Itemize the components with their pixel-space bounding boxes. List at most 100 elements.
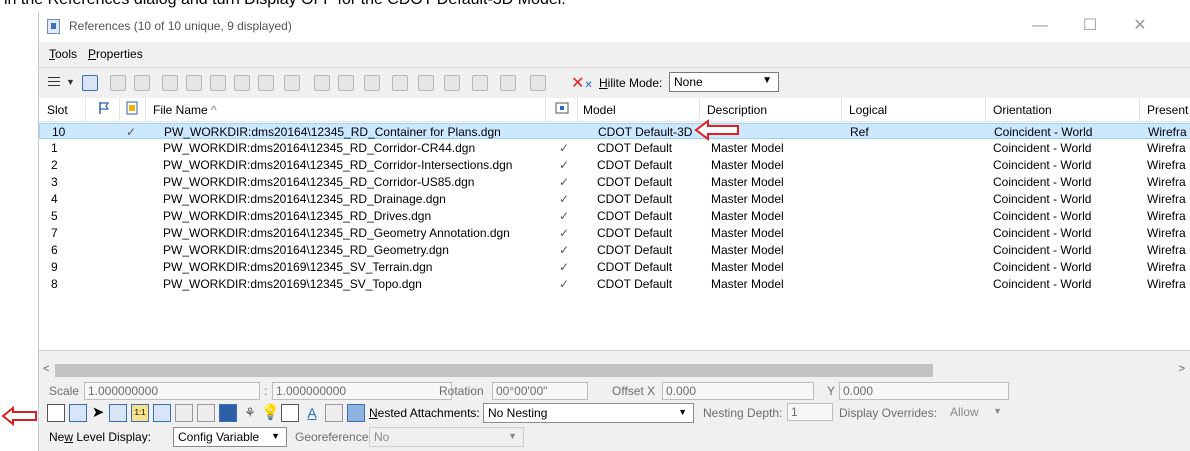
display-toggle[interactable]: ✓: [559, 175, 569, 189]
col-file-name[interactable]: File Name ^: [153, 103, 217, 117]
scrollbar-thumb[interactable]: [55, 364, 933, 377]
georeferenced-label: Georeferenced:: [295, 430, 379, 444]
display-toggle[interactable]: ✓: [559, 226, 569, 240]
raster-icon[interactable]: [219, 404, 237, 422]
file-icon[interactable]: [126, 101, 138, 118]
cell-orientation: Coincident - World: [993, 226, 1092, 240]
mirror-h-icon[interactable]: [284, 75, 300, 91]
scale-field-1[interactable]: 1.000000000: [84, 382, 260, 400]
georeferenced-select[interactable]: No ▼: [369, 427, 524, 447]
horizontal-scrollbar[interactable]: < >: [39, 362, 1190, 379]
reload-icon[interactable]: [134, 75, 150, 91]
display-toggle[interactable]: ✓: [559, 141, 569, 155]
copy-icon[interactable]: [210, 75, 226, 91]
cell-model: CDOT Default-3D: [598, 125, 693, 139]
move-icon[interactable]: [186, 75, 202, 91]
cell-description: Master Model: [711, 243, 784, 257]
cell-description: Master Model: [711, 226, 784, 240]
nesting-depth-label: Nesting Depth:: [703, 406, 783, 420]
references-table[interactable]: Slot File Name ^ Model Description Logic…: [39, 98, 1190, 351]
col-presentation[interactable]: Present: [1147, 103, 1188, 117]
scroll-right-icon[interactable]: >: [1179, 363, 1185, 375]
scale-field-2[interactable]: 1.000000000: [272, 382, 452, 400]
menu-properties[interactable]: Properties: [88, 47, 143, 61]
offset-x-field[interactable]: 0.000: [662, 382, 814, 400]
table-row[interactable]: 4 PW_WORKDIR:dms20164\12345_RD_Drainage.…: [39, 191, 1190, 207]
y-field[interactable]: 0.000: [839, 382, 1009, 400]
scale-line-styles-icon[interactable]: [153, 404, 171, 422]
table-row[interactable]: 9 PW_WORKDIR:dms20169\12345_SV_Terrain.d…: [39, 259, 1190, 275]
table-row[interactable]: 2 PW_WORKDIR:dms20164\12345_RD_Corridor-…: [39, 157, 1190, 173]
cell-description: Master Model: [711, 260, 784, 274]
scroll-left-icon[interactable]: <: [43, 363, 49, 375]
col-description[interactable]: Description: [707, 103, 767, 117]
nesting-depth-field[interactable]: 1: [787, 403, 833, 421]
col-logical[interactable]: Logical: [849, 103, 887, 117]
new-level-display-select[interactable]: Config Variable ▼: [173, 427, 287, 447]
close-red-x-icon[interactable]: ✕✕: [571, 73, 593, 93]
clip-mask-icon[interactable]: [364, 75, 380, 91]
display-toggle[interactable]: ✓: [559, 260, 569, 274]
col-model[interactable]: Model: [583, 103, 616, 117]
rotation-field[interactable]: 00°00'00": [492, 382, 588, 400]
cell-presentation: Wirefra: [1147, 277, 1186, 291]
cell-presentation: Wirefra: [1147, 158, 1186, 172]
delete-clip-icon[interactable]: [392, 75, 408, 91]
col-orientation[interactable]: Orientation: [993, 103, 1052, 117]
lightbulb-icon[interactable]: 💡: [261, 404, 280, 422]
table-row[interactable]: 8 PW_WORKDIR:dms20169\12345_SV_Topo.dgn …: [39, 276, 1190, 292]
col-slot[interactable]: Slot: [47, 103, 68, 117]
cell-model: CDOT Default: [597, 243, 673, 257]
clip-back-icon[interactable]: [444, 75, 460, 91]
display-overrides-label: Display Overrides:: [839, 406, 938, 420]
chevron-down-icon[interactable]: ▼: [66, 77, 75, 87]
maximize-button[interactable]: ☐: [1075, 16, 1105, 36]
cell-flag[interactable]: ✓: [126, 125, 136, 139]
display-column-icon[interactable]: [555, 101, 569, 118]
exchange-icon[interactable]: [162, 75, 178, 91]
hex-icon[interactable]: [530, 75, 546, 91]
display-toggle[interactable]: ✓: [559, 192, 569, 206]
flag-icon[interactable]: [97, 101, 111, 118]
attach-icon[interactable]: [82, 75, 98, 91]
table-row[interactable]: 5 PW_WORKDIR:dms20164\12345_RD_Drives.dg…: [39, 208, 1190, 224]
ignore-attachment-icon[interactable]: [175, 404, 193, 422]
display-toggle-icon[interactable]: [47, 404, 65, 422]
minimize-button[interactable]: —: [1025, 16, 1055, 36]
detach-icon[interactable]: [110, 75, 126, 91]
hilite-mode-select[interactable]: None ▼: [669, 72, 779, 92]
true-scale-icon[interactable]: 1:1: [131, 404, 149, 422]
display-raster-icon[interactable]: ⚘: [241, 404, 259, 422]
snap-icon[interactable]: [69, 404, 87, 422]
table-row[interactable]: 10 ✓ PW_WORKDIR:dms20164\12345_RD_Contai…: [39, 123, 1190, 139]
display-toggle[interactable]: ✓: [559, 209, 569, 223]
cell-orientation: Coincident - World: [993, 141, 1092, 155]
locate-cursor-icon[interactable]: ➤: [89, 404, 107, 422]
table-row[interactable]: 3 PW_WORKDIR:dms20164\12345_RD_Corridor-…: [39, 174, 1190, 190]
menu-tools[interactable]: Tools: [49, 47, 77, 61]
text-style-icon[interactable]: A: [303, 404, 321, 422]
close-button[interactable]: ✕: [1125, 16, 1155, 36]
comment-icon[interactable]: [325, 404, 343, 422]
table-row[interactable]: 6 PW_WORKDIR:dms20164\12345_RD_Geometry.…: [39, 242, 1190, 258]
tree-list-icon[interactable]: [47, 75, 63, 91]
display-overrides-select[interactable]: Allow ▼: [946, 403, 1008, 423]
table-row[interactable]: 1 PW_WORKDIR:dms20164\12345_RD_Corridor-…: [39, 140, 1190, 156]
merge-icon[interactable]: [472, 75, 488, 91]
table-row[interactable]: 7 PW_WORKDIR:dms20164\12345_RD_Geometry …: [39, 225, 1190, 241]
level-icon[interactable]: [281, 404, 299, 422]
display-toggle[interactable]: ✓: [559, 158, 569, 172]
treat-as-element-icon[interactable]: [197, 404, 215, 422]
clip-front-icon[interactable]: [418, 75, 434, 91]
nested-attachments-select[interactable]: No Nesting ▼: [483, 403, 694, 423]
scale-icon[interactable]: [258, 75, 274, 91]
clip-boundary-icon[interactable]: [338, 75, 354, 91]
display-toggle[interactable]: ✓: [559, 243, 569, 257]
clip-icon[interactable]: [109, 404, 127, 422]
rotate-icon[interactable]: [234, 75, 250, 91]
nested-toggle-icon[interactable]: [347, 404, 365, 422]
mirror-v-icon[interactable]: [314, 75, 330, 91]
clip-volume-icon[interactable]: [500, 75, 516, 91]
display-toggle[interactable]: ✓: [559, 277, 569, 291]
window-title: References (10 of 10 unique, 9 displayed…: [69, 19, 292, 33]
